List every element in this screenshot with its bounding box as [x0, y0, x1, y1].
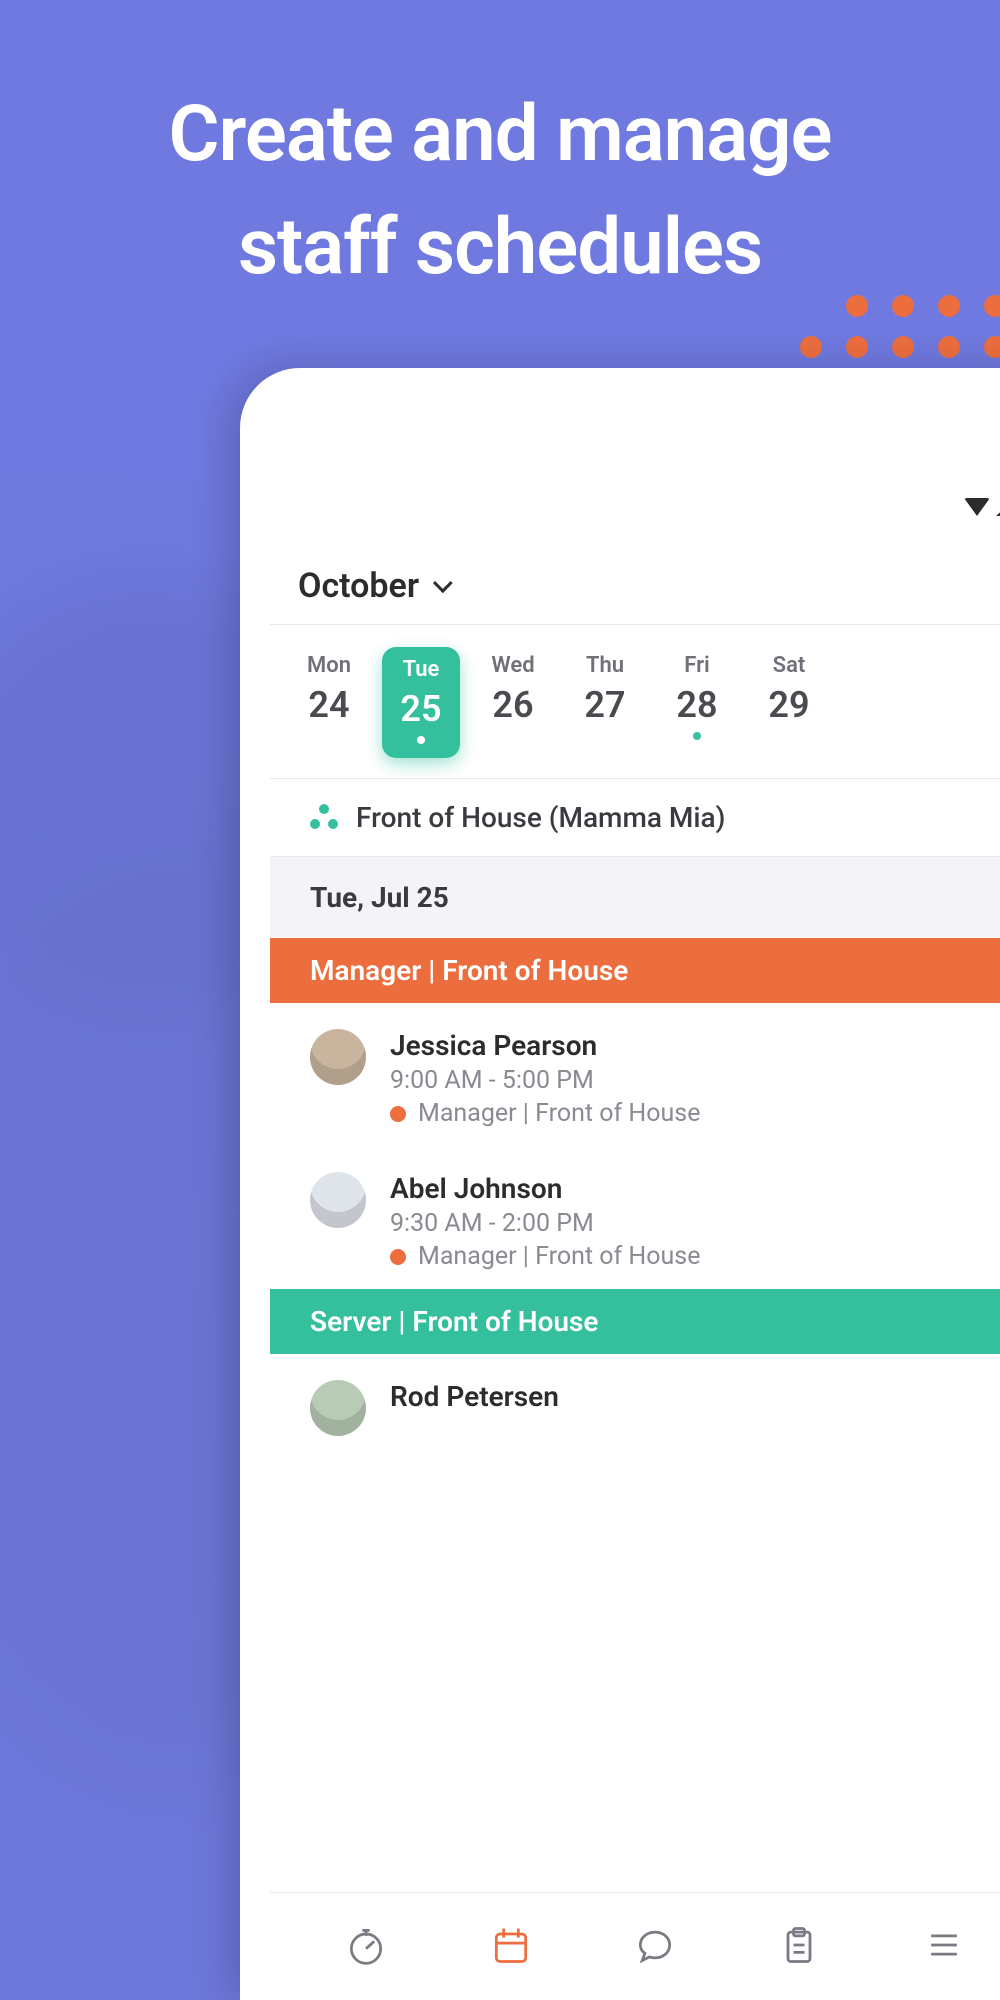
day-name: Tue	[382, 657, 460, 682]
phone-mockup: October Mon 24 Tue 25 Wed 26 Thu	[240, 368, 1000, 2000]
staff-role-label: Manager | Front of House	[418, 1242, 700, 1271]
event-dot-icon	[693, 732, 701, 740]
dot-icon	[938, 336, 960, 358]
role-header-label: Manager | Front of House	[310, 954, 628, 987]
role-color-dot-icon	[390, 1249, 406, 1265]
dot-icon	[846, 336, 868, 358]
dot-icon	[846, 295, 868, 317]
wifi-icon	[964, 498, 990, 516]
staff-time: 9:30 AM - 2:00 PM	[390, 1209, 700, 1238]
staff-name: Abel Johnson	[390, 1172, 700, 1205]
dot-icon	[984, 336, 1000, 358]
day-number: 24	[290, 684, 368, 726]
staff-role: Manager | Front of House	[390, 1099, 700, 1128]
avatar	[310, 1380, 366, 1436]
day-name: Fri	[658, 653, 736, 678]
staff-meta: Rod Petersen	[390, 1380, 559, 1417]
day-wed[interactable]: Wed 26	[474, 647, 552, 758]
dot-icon	[984, 295, 1000, 317]
hero-line-1: Create and manage	[0, 78, 1000, 191]
phone-screen: October Mon 24 Tue 25 Wed 26 Thu	[270, 478, 1000, 2000]
tab-menu[interactable]	[922, 1923, 966, 1971]
avatar	[310, 1029, 366, 1085]
signal-icon	[996, 496, 1000, 516]
day-number: 29	[750, 684, 828, 726]
hero-headline: Create and manage staff schedules	[0, 78, 1000, 304]
location-section[interactable]: Front of House (Mamma Mia)	[270, 779, 1000, 857]
staff-row[interactable]: Rod Petersen	[270, 1354, 1000, 1454]
clipboard-icon	[777, 1923, 821, 1967]
tab-chat[interactable]	[633, 1923, 677, 1971]
location-label: Front of House (Mamma Mia)	[356, 801, 725, 834]
tab-calendar[interactable]	[489, 1923, 533, 1971]
day-number: 26	[474, 684, 552, 726]
bottom-tab-bar	[270, 1892, 1000, 2000]
avatar	[310, 1172, 366, 1228]
event-dot-icon	[417, 736, 425, 744]
tab-clipboard[interactable]	[777, 1923, 821, 1971]
month-label: October	[298, 566, 419, 606]
dot-icon	[892, 336, 914, 358]
day-name: Mon	[290, 653, 368, 678]
calendar-icon	[489, 1923, 533, 1967]
app-store-screenshot: Create and manage staff schedules Octobe…	[0, 0, 1000, 2000]
decorative-dots-row-2	[800, 336, 1000, 358]
week-day-strip: Mon 24 Tue 25 Wed 26 Thu 27 Fri	[270, 625, 1000, 779]
day-name: Wed	[474, 653, 552, 678]
staff-meta: Jessica Pearson 9:00 AM - 5:00 PM Manage…	[390, 1029, 700, 1128]
role-header-manager: Manager | Front of House	[270, 938, 1000, 1003]
location-icon	[310, 804, 338, 832]
chat-icon	[633, 1923, 677, 1967]
hero-line-2: staff schedules	[0, 191, 1000, 304]
stopwatch-icon	[344, 1923, 388, 1967]
day-number: 27	[566, 684, 644, 726]
staff-role: Manager | Front of House	[390, 1242, 700, 1271]
day-number: 28	[658, 684, 736, 726]
staff-name: Rod Petersen	[390, 1380, 559, 1413]
staff-time: 9:00 AM - 5:00 PM	[390, 1066, 700, 1095]
dot-icon	[800, 336, 822, 358]
staff-row[interactable]: Jessica Pearson 9:00 AM - 5:00 PM Manage…	[270, 1003, 1000, 1146]
date-header: Tue, Jul 25	[270, 857, 1000, 938]
dot-icon	[938, 295, 960, 317]
day-mon[interactable]: Mon 24	[290, 647, 368, 758]
dot-icon	[892, 295, 914, 317]
staff-role-label: Manager | Front of House	[418, 1099, 700, 1128]
role-header-label: Server | Front of House	[310, 1305, 599, 1338]
day-tue-selected[interactable]: Tue 25	[382, 647, 460, 758]
day-thu[interactable]: Thu 27	[566, 647, 644, 758]
chevron-down-icon	[433, 573, 453, 593]
staff-row[interactable]: Abel Johnson 9:30 AM - 2:00 PM Manager |…	[270, 1146, 1000, 1289]
status-bar	[964, 494, 1000, 516]
role-color-dot-icon	[390, 1106, 406, 1122]
decorative-dots-row-1	[846, 295, 1000, 317]
role-header-server: Server | Front of House	[270, 1289, 1000, 1354]
menu-icon	[922, 1923, 966, 1967]
day-number: 25	[382, 688, 460, 730]
staff-meta: Abel Johnson 9:30 AM - 2:00 PM Manager |…	[390, 1172, 700, 1271]
day-sat[interactable]: Sat 29	[750, 647, 828, 758]
day-fri[interactable]: Fri 28	[658, 647, 736, 758]
month-picker[interactable]: October	[270, 548, 1000, 625]
day-name: Thu	[566, 653, 644, 678]
tab-stopwatch[interactable]	[344, 1923, 388, 1971]
day-name: Sat	[750, 653, 828, 678]
date-header-label: Tue, Jul 25	[310, 881, 449, 914]
staff-name: Jessica Pearson	[390, 1029, 700, 1062]
